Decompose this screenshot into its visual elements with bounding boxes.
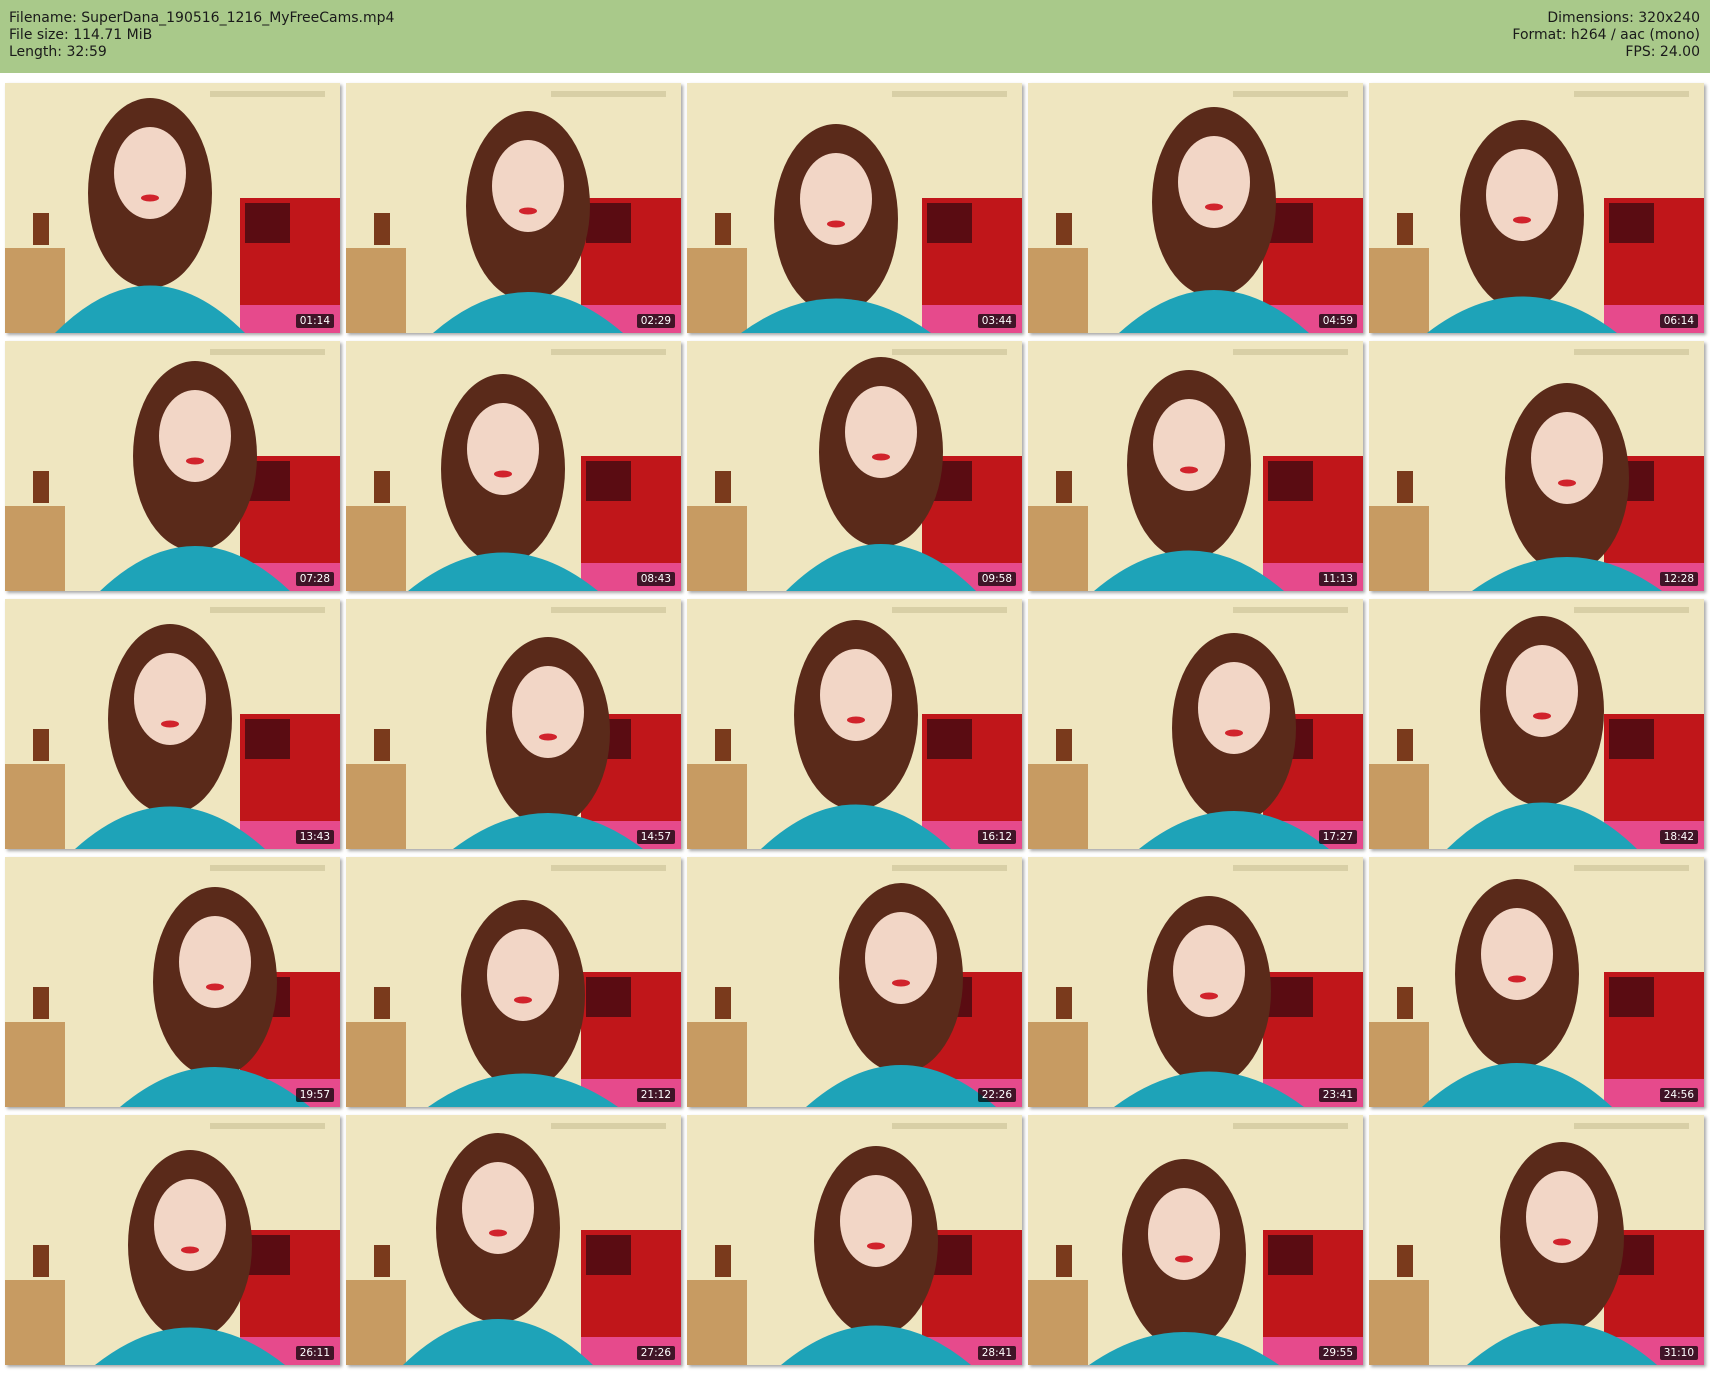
format-line: Format: h264 / aac (mono) <box>1512 27 1700 43</box>
timestamp-label: 26:11 <box>295 1346 334 1360</box>
frame-image <box>1028 599 1363 849</box>
frame-image <box>5 599 340 849</box>
info-right: Dimensions: 320x240 Format: h264 / aac (… <box>1512 10 1700 61</box>
video-thumbnail: 26:11 <box>5 1115 340 1365</box>
timestamp-label: 01:14 <box>295 314 334 328</box>
frame-image <box>5 1115 340 1365</box>
frame-image <box>346 1115 681 1365</box>
info-left: Filename: SuperDana_190516_1216_MyFreeCa… <box>9 10 394 61</box>
timestamp-label: 12:28 <box>1659 572 1698 586</box>
video-thumbnail: 06:14 <box>1369 83 1704 333</box>
fps-line: FPS: 24.00 <box>1625 44 1700 60</box>
timestamp-label: 21:12 <box>636 1088 675 1102</box>
file-size-line: File size: 114.71 MiB <box>9 27 153 43</box>
timestamp-label: 31:10 <box>1659 1346 1698 1360</box>
timestamp-label: 28:41 <box>977 1346 1016 1360</box>
video-thumbnail: 08:43 <box>346 341 681 591</box>
frame-image <box>687 857 1022 1107</box>
length-line: Length: 32:59 <box>9 44 107 60</box>
frame-image <box>1028 857 1363 1107</box>
video-thumbnail: 12:28 <box>1369 341 1704 591</box>
timestamp-label: 22:26 <box>977 1088 1016 1102</box>
timestamp-label: 11:13 <box>1318 572 1357 586</box>
frame-image <box>346 599 681 849</box>
video-thumbnail: 21:12 <box>346 857 681 1107</box>
video-thumbnail: 09:58 <box>687 341 1022 591</box>
video-thumbnail: 04:59 <box>1028 83 1363 333</box>
video-thumbnail: 31:10 <box>1369 1115 1704 1365</box>
timestamp-label: 27:26 <box>636 1346 675 1360</box>
video-thumbnail: 27:26 <box>346 1115 681 1365</box>
video-thumbnail: 29:55 <box>1028 1115 1363 1365</box>
frame-image <box>687 1115 1022 1365</box>
frame-image <box>1369 83 1704 333</box>
frame-image <box>1369 1115 1704 1365</box>
timestamp-label: 04:59 <box>1318 314 1357 328</box>
timestamp-label: 23:41 <box>1318 1088 1357 1102</box>
video-thumbnail: 23:41 <box>1028 857 1363 1107</box>
dimensions-line: Dimensions: 320x240 <box>1547 10 1700 26</box>
frame-image <box>687 599 1022 849</box>
frame-image <box>5 341 340 591</box>
video-thumbnail: 07:28 <box>5 341 340 591</box>
video-thumbnail: 11:13 <box>1028 341 1363 591</box>
timestamp-label: 18:42 <box>1659 830 1698 844</box>
timestamp-label: 07:28 <box>295 572 334 586</box>
frame-image <box>687 341 1022 591</box>
video-thumbnail: 19:57 <box>5 857 340 1107</box>
timestamp-label: 02:29 <box>636 314 675 328</box>
video-thumbnail: 02:29 <box>346 83 681 333</box>
video-thumbnail: 14:57 <box>346 599 681 849</box>
frame-image <box>1028 83 1363 333</box>
frame-image <box>346 857 681 1107</box>
timestamp-label: 14:57 <box>636 830 675 844</box>
video-thumbnail: 03:44 <box>687 83 1022 333</box>
filename-line: Filename: SuperDana_190516_1216_MyFreeCa… <box>9 10 395 26</box>
timestamp-label: 16:12 <box>977 830 1016 844</box>
timestamp-label: 13:43 <box>295 830 334 844</box>
video-thumbnail: 18:42 <box>1369 599 1704 849</box>
frame-image <box>1028 341 1363 591</box>
video-thumbnail: 28:41 <box>687 1115 1022 1365</box>
video-thumbnail: 01:14 <box>5 83 340 333</box>
timestamp-label: 03:44 <box>977 314 1016 328</box>
timestamp-label: 29:55 <box>1318 1346 1357 1360</box>
frame-image <box>346 83 681 333</box>
video-thumbnail: 24:56 <box>1369 857 1704 1107</box>
frame-image <box>5 83 340 333</box>
thumbnail-grid: 01:14 02:29 03:44 04:59 06:14 07:28 08:43 09:58… <box>0 73 1710 1373</box>
timestamp-label: 08:43 <box>636 572 675 586</box>
timestamp-label: 09:58 <box>977 572 1016 586</box>
frame-image <box>346 341 681 591</box>
info-header: Filename: SuperDana_190516_1216_MyFreeCa… <box>0 0 1710 73</box>
frame-image <box>1369 857 1704 1107</box>
video-thumbnail: 13:43 <box>5 599 340 849</box>
video-thumbnail: 16:12 <box>687 599 1022 849</box>
timestamp-label: 06:14 <box>1659 314 1698 328</box>
video-thumbnail: 22:26 <box>687 857 1022 1107</box>
frame-image <box>1369 599 1704 849</box>
frame-image <box>687 83 1022 333</box>
timestamp-label: 17:27 <box>1318 830 1357 844</box>
video-thumbnail: 17:27 <box>1028 599 1363 849</box>
timestamp-label: 19:57 <box>295 1088 334 1102</box>
frame-image <box>5 857 340 1107</box>
frame-image <box>1369 341 1704 591</box>
timestamp-label: 24:56 <box>1659 1088 1698 1102</box>
frame-image <box>1028 1115 1363 1365</box>
